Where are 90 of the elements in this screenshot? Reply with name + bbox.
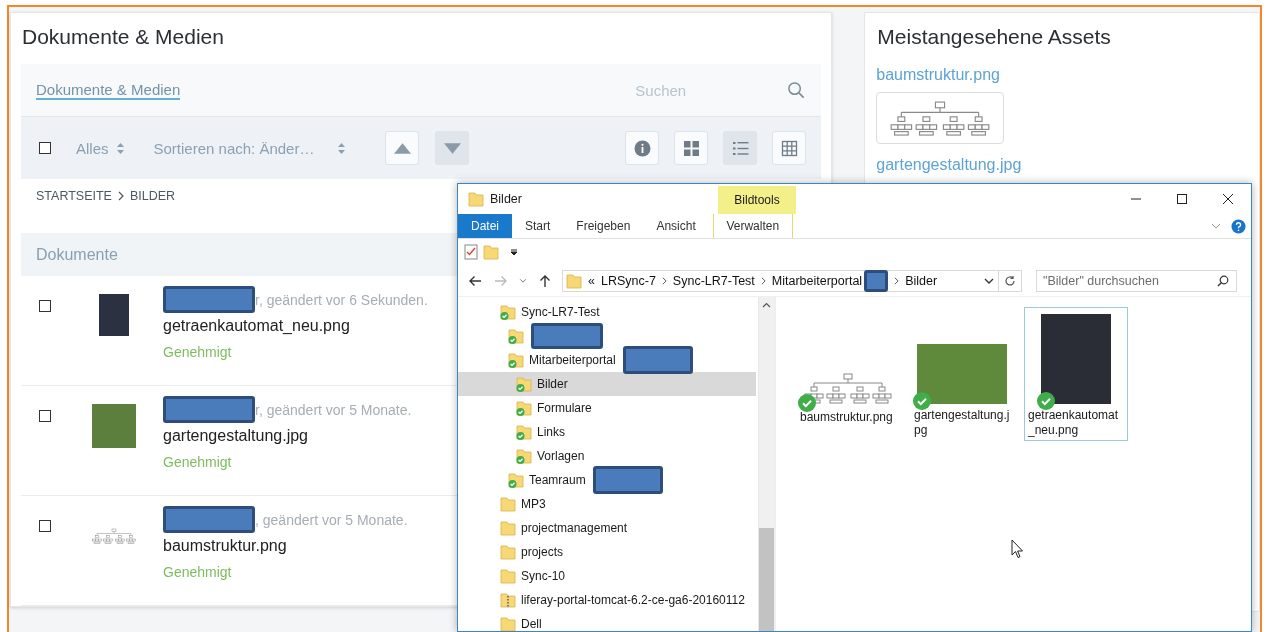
- modified-info: r, geändert vor 5 Monate.: [255, 401, 412, 418]
- tree-item[interactable]: Formulare: [458, 396, 756, 420]
- up-icon: [538, 274, 552, 288]
- chevron-down-icon: [983, 278, 994, 284]
- status-label: Genehmigt: [163, 344, 233, 360]
- path-segment[interactable]: Mitarbeiterportal: [771, 274, 863, 288]
- properties-icon[interactable]: [464, 243, 478, 260]
- scrollbar-thumb[interactable]: [759, 528, 774, 631]
- ribbon-tab[interactable]: Start: [512, 214, 564, 238]
- ribbon-tab[interactable]: Verwalten: [712, 214, 793, 238]
- breadcrumb-chevron-icon: [117, 191, 124, 201]
- tree-item[interactable]: projects: [458, 540, 756, 564]
- file-name-link[interactable]: gartengestaltung.jpg: [163, 427, 412, 445]
- path-segment[interactable]: LRSync-7: [600, 274, 656, 288]
- table-icon: [780, 139, 798, 157]
- mouse-cursor-icon: [1011, 539, 1024, 559]
- sort-descending-button[interactable]: [435, 131, 470, 165]
- vending-machine-photo-placeholder: [99, 294, 129, 336]
- path-segment[interactable]: Bilder: [905, 274, 938, 288]
- ribbon-context-label: Bildtools: [718, 186, 796, 214]
- ribbon-tab[interactable]: Ansicht: [643, 214, 709, 238]
- status-label: Genehmigt: [163, 564, 233, 580]
- select-all-checkbox[interactable]: [39, 142, 51, 154]
- row-checkbox[interactable]: [39, 300, 51, 312]
- panel-title: Meistangesehene Assets: [877, 25, 1111, 49]
- file-tile[interactable]: baumstruktur.png: [796, 307, 900, 428]
- tree-item[interactable]: Teamraum: [458, 468, 756, 492]
- close-icon: [1222, 193, 1234, 205]
- breadcrumb-link[interactable]: BILDER: [129, 189, 176, 203]
- help-icon[interactable]: [1231, 218, 1246, 234]
- address-bar[interactable]: « LRSync-7 Sync-LR7-Test Mitarbeiterportal Bilder: [562, 270, 1022, 292]
- tree-item[interactable]: Mitarbeiterportal: [458, 348, 756, 372]
- path-separator-icon: [661, 277, 667, 285]
- tree-item[interactable]: Dell: [458, 612, 756, 631]
- search-field[interactable]: "Bilder" durchsuchen: [1036, 270, 1237, 292]
- list-icon: [731, 139, 749, 157]
- modified-info: r, geändert vor 6 Sekunden.: [255, 291, 428, 308]
- file-tile[interactable]: getraenkautomat_neu.png: [1024, 307, 1128, 441]
- table-view-button[interactable]: [772, 131, 807, 165]
- file-name: getraenkautomat_neu.png: [1028, 408, 1120, 438]
- breadcrumb-link[interactable]: STARTSEITE: [36, 189, 112, 203]
- path-segment[interactable]: Sync-LR7-Test: [672, 274, 755, 288]
- file-name: baumstruktur.png: [800, 410, 894, 425]
- modified-info: , geändert vor 5 Monate.: [255, 511, 408, 528]
- scroll-up-icon[interactable]: [762, 302, 771, 308]
- maximize-icon: [1176, 193, 1188, 205]
- ribbon-tab[interactable]: Datei: [458, 214, 512, 238]
- search-field[interactable]: Suchen: [633, 80, 788, 100]
- tree-item[interactable]: projectmanagement: [458, 516, 756, 540]
- list-view-button[interactable]: [723, 131, 758, 165]
- tree-item[interactable]: Sync-10: [458, 564, 756, 588]
- ribbon-tab[interactable]: Freigeben: [563, 214, 644, 238]
- search-icon[interactable]: [787, 80, 807, 100]
- window-title: Bilder: [490, 192, 522, 206]
- back-icon: [468, 274, 482, 288]
- info-button[interactable]: [625, 131, 660, 165]
- sort-ascending-button[interactable]: [385, 131, 420, 165]
- folder-icon: [566, 273, 582, 289]
- grid-icon: [682, 139, 700, 157]
- scrollbar[interactable]: [758, 297, 775, 631]
- recent-locations-icon: [519, 277, 527, 285]
- status-label: Genehmigt: [163, 454, 233, 470]
- tree-item[interactable]: Vorlagen: [458, 444, 756, 468]
- tree-item[interactable]: Bilder: [458, 372, 756, 396]
- cards-view-button[interactable]: [674, 131, 709, 165]
- tree-item[interactable]: Sync-LR7-Test: [458, 300, 756, 324]
- tree-item[interactable]: Links: [458, 420, 756, 444]
- tree-item[interactable]: MP3: [458, 492, 756, 516]
- row-checkbox[interactable]: [39, 520, 51, 532]
- path-separator-icon: [760, 277, 766, 285]
- file-name-link[interactable]: getraenkautomat_neu.png: [163, 317, 428, 335]
- file-name-link[interactable]: baumstruktur.png: [163, 537, 408, 555]
- row-checkbox[interactable]: [39, 410, 51, 422]
- sort-caret-icon: [116, 142, 124, 154]
- customize-dropdown-icon[interactable]: [510, 247, 518, 256]
- garden-photo-placeholder: [92, 404, 136, 448]
- section-title: Dokumente: [36, 245, 118, 264]
- file-tile[interactable]: gartengestaltung.jpg: [910, 307, 1014, 441]
- search-icon: [1217, 275, 1229, 287]
- folder-icon: [468, 191, 484, 207]
- overflow-chevrons[interactable]: «: [588, 274, 595, 288]
- tree-item[interactable]: liferay-portal-tomcat-6.2-ce-ga6-20160112: [458, 588, 756, 612]
- refresh-icon: [1004, 275, 1016, 287]
- sort-caret-icon: [338, 142, 346, 154]
- forward-icon: [494, 274, 508, 288]
- info-icon: [633, 139, 651, 157]
- path-separator-icon: [894, 277, 900, 285]
- file-name: gartengestaltung.jpg: [914, 408, 1010, 438]
- panel-title: Dokumente & Medien: [22, 25, 224, 49]
- chevron-down-icon[interactable]: [1211, 223, 1221, 229]
